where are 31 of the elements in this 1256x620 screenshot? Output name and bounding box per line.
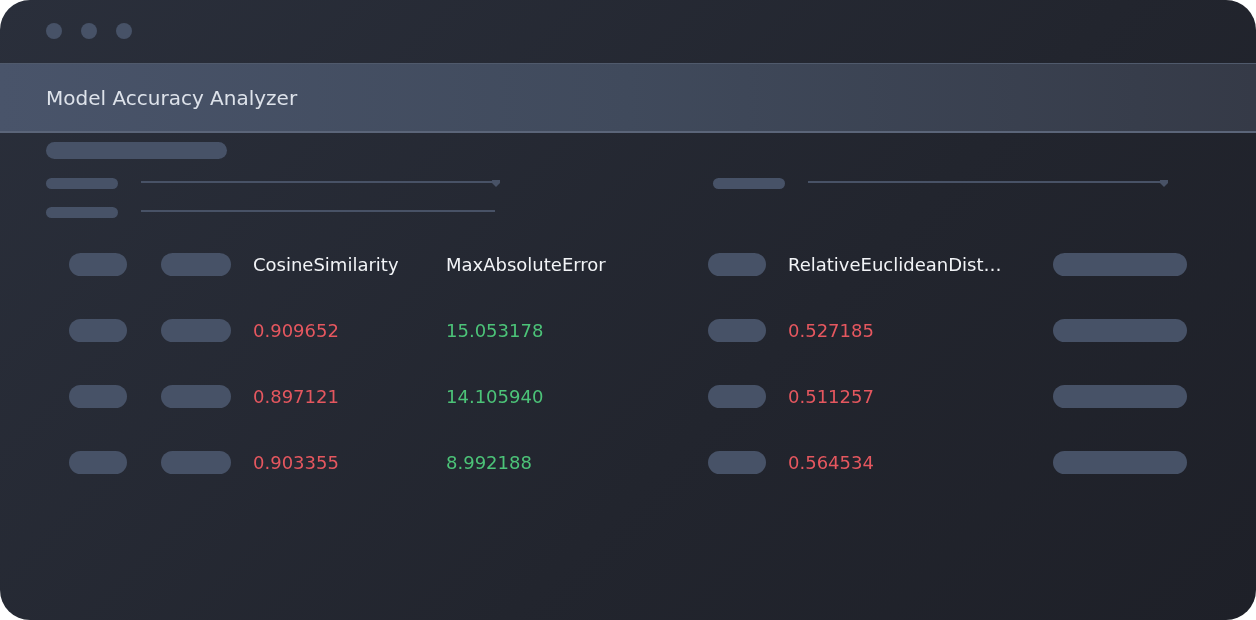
placeholder-bar: [69, 384, 127, 408]
table-cell: 0.527185: [788, 319, 874, 341]
placeholder-bar: [161, 318, 231, 342]
placeholder-bar: [708, 252, 766, 276]
table-cell: 0.897121: [253, 385, 339, 407]
table-cell: 15.053178: [446, 319, 544, 341]
window-title: Model Accuracy Analyzer: [46, 85, 298, 110]
placeholder-bar: [708, 450, 766, 474]
placeholder-bar: [46, 207, 118, 218]
table-cell: 0.511257: [788, 385, 874, 407]
column-header: MaxAbsoluteError: [446, 253, 606, 275]
table-cell: 0.903355: [253, 451, 339, 473]
placeholder-bar: [46, 178, 118, 189]
placeholder-bar: [69, 318, 127, 342]
placeholder-bar: [708, 384, 766, 408]
table-cell: 8.992188: [446, 451, 532, 473]
placeholder-bar: [69, 450, 127, 474]
column-header: RelativeEuclideanDist…: [788, 253, 1002, 275]
placeholder-bar: [708, 318, 766, 342]
table-cell: 0.564534: [788, 451, 874, 473]
table-cell: 0.909652: [253, 319, 339, 341]
table-cell: 14.105940: [446, 385, 544, 407]
window-dot-icon: [81, 23, 97, 39]
window-dot-icon: [116, 23, 132, 39]
window-dot-icon: [46, 23, 62, 39]
placeholder-bar: [161, 252, 231, 276]
placeholder-bar: [713, 178, 785, 189]
placeholder-bar: [69, 252, 127, 276]
placeholder-bar: [161, 384, 231, 408]
column-header: CosineSimilarity: [253, 253, 399, 275]
placeholder-bar: [161, 450, 231, 474]
